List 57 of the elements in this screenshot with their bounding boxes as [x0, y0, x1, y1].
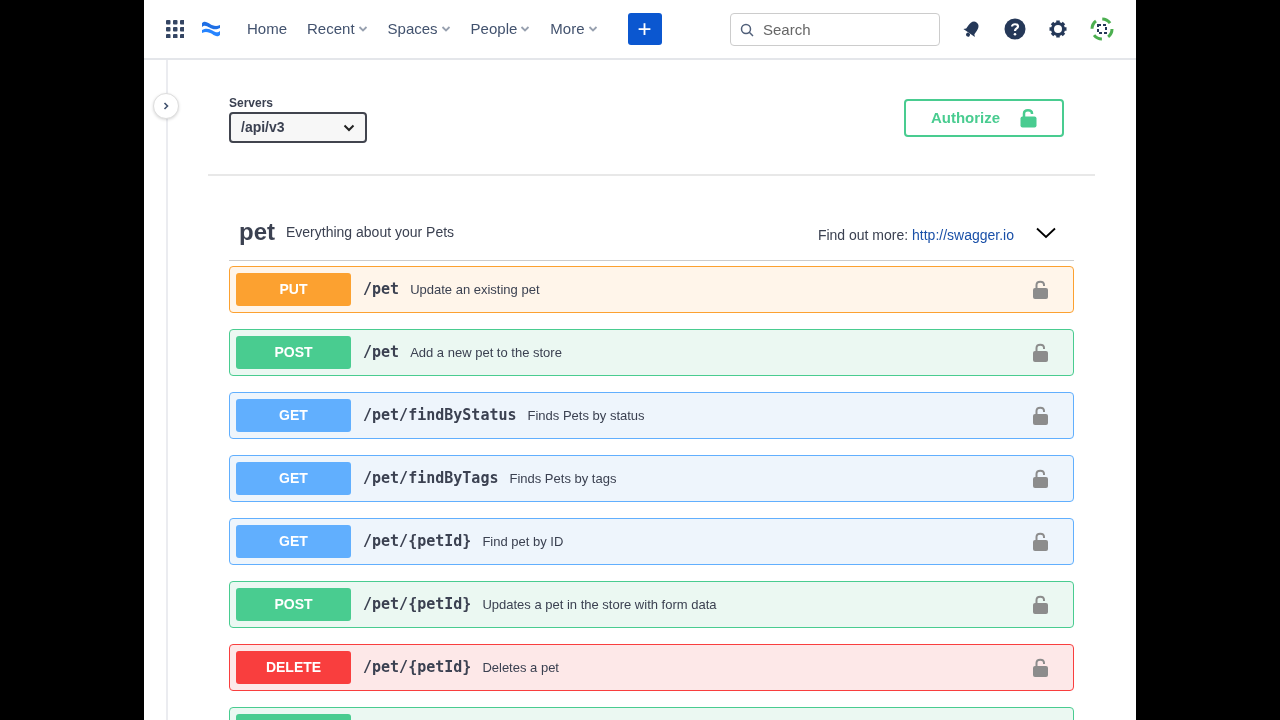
- chevron-down-icon: [1036, 226, 1056, 239]
- endpoint-summary: Finds Pets by status: [527, 406, 645, 425]
- endpoint-summary: Add a new pet to the store: [410, 343, 562, 362]
- method-badge: GET: [236, 525, 351, 558]
- operation-row[interactable]: POST /pet Add a new pet to the store: [229, 329, 1074, 376]
- unlock-icon[interactable]: [1033, 658, 1048, 677]
- operation-row[interactable]: GET /pet/findByStatus Finds Pets by status: [229, 392, 1074, 439]
- unlock-icon[interactable]: [1033, 406, 1048, 425]
- tag-name: pet: [239, 217, 275, 247]
- endpoint-summary: Find pet by ID: [482, 532, 564, 551]
- endpoint-path: /pet/{petId}: [363, 657, 472, 679]
- help-icon[interactable]: [1004, 18, 1026, 40]
- nav-link[interactable]: Home: [239, 13, 295, 45]
- method-badge: POST: [236, 336, 351, 369]
- endpoint-path: /pet: [363, 279, 400, 301]
- find-out-more-text: Find out more: http://swagger.io: [817, 225, 1014, 245]
- unlock-icon[interactable]: [1033, 280, 1048, 299]
- method-badge: GET: [236, 399, 351, 432]
- profile-icon[interactable]: [1090, 17, 1114, 41]
- endpoint-path: /pet: [363, 342, 400, 364]
- unlock-icon[interactable]: [1033, 343, 1048, 362]
- servers-select[interactable]: /api/v3: [229, 112, 367, 143]
- unlock-icon[interactable]: [1033, 469, 1048, 488]
- method-badge: POST: [236, 588, 351, 621]
- endpoint-summary: Deletes a pet: [482, 658, 559, 677]
- logo-icon[interactable]: [201, 19, 221, 39]
- nav-link[interactable]: Spaces: [379, 13, 459, 45]
- nav-link[interactable]: People: [462, 13, 539, 45]
- chevron-down-icon: [343, 123, 355, 132]
- operation-row[interactable]: PUT /pet Update an existing pet: [229, 266, 1074, 313]
- settings-icon[interactable]: [1048, 19, 1068, 39]
- endpoint-summary: Updates a pet in the store with form data: [482, 595, 717, 614]
- chevron-right-icon: [161, 101, 171, 111]
- unlock-icon[interactable]: [1033, 595, 1048, 614]
- operation-row[interactable]: DELETE /pet/{petId} Deletes a pet: [229, 644, 1074, 691]
- nav-link[interactable]: More: [542, 13, 606, 45]
- endpoint-path: /pet/{petId}: [363, 531, 472, 553]
- nav-link[interactable]: Recent: [299, 13, 376, 45]
- unlock-icon: [1020, 108, 1038, 128]
- operation-row[interactable]: GET /pet/{petId} Find pet by ID: [229, 518, 1074, 565]
- endpoint-path: /pet/findByTags: [363, 468, 499, 490]
- operation-row[interactable]: GET /pet/findByTags Finds Pets by tags: [229, 455, 1074, 502]
- endpoint-summary: Finds Pets by tags: [509, 469, 617, 488]
- method-badge: DELETE: [236, 651, 351, 684]
- unlock-icon[interactable]: [1033, 532, 1048, 551]
- servers-label: Servers: [229, 95, 275, 112]
- endpoint-path: /pet/{petId}: [363, 594, 472, 616]
- endpoint-path: /pet/findByStatus: [363, 405, 517, 427]
- swagger-link[interactable]: http://swagger.io: [912, 226, 1014, 243]
- tag-description: Everything about your Pets: [286, 222, 455, 242]
- method-badge: GET: [236, 462, 351, 495]
- method-badge: PUT: [236, 273, 351, 306]
- endpoint-summary: Update an existing pet: [410, 280, 540, 299]
- operation-row[interactable]: POST /pet/{petId} Updates a pet in the store with form data: [229, 581, 1074, 628]
- search-field[interactable]: Search: [730, 12, 940, 46]
- create-button[interactable]: +: [627, 13, 662, 45]
- app-switcher-icon[interactable]: [166, 20, 184, 38]
